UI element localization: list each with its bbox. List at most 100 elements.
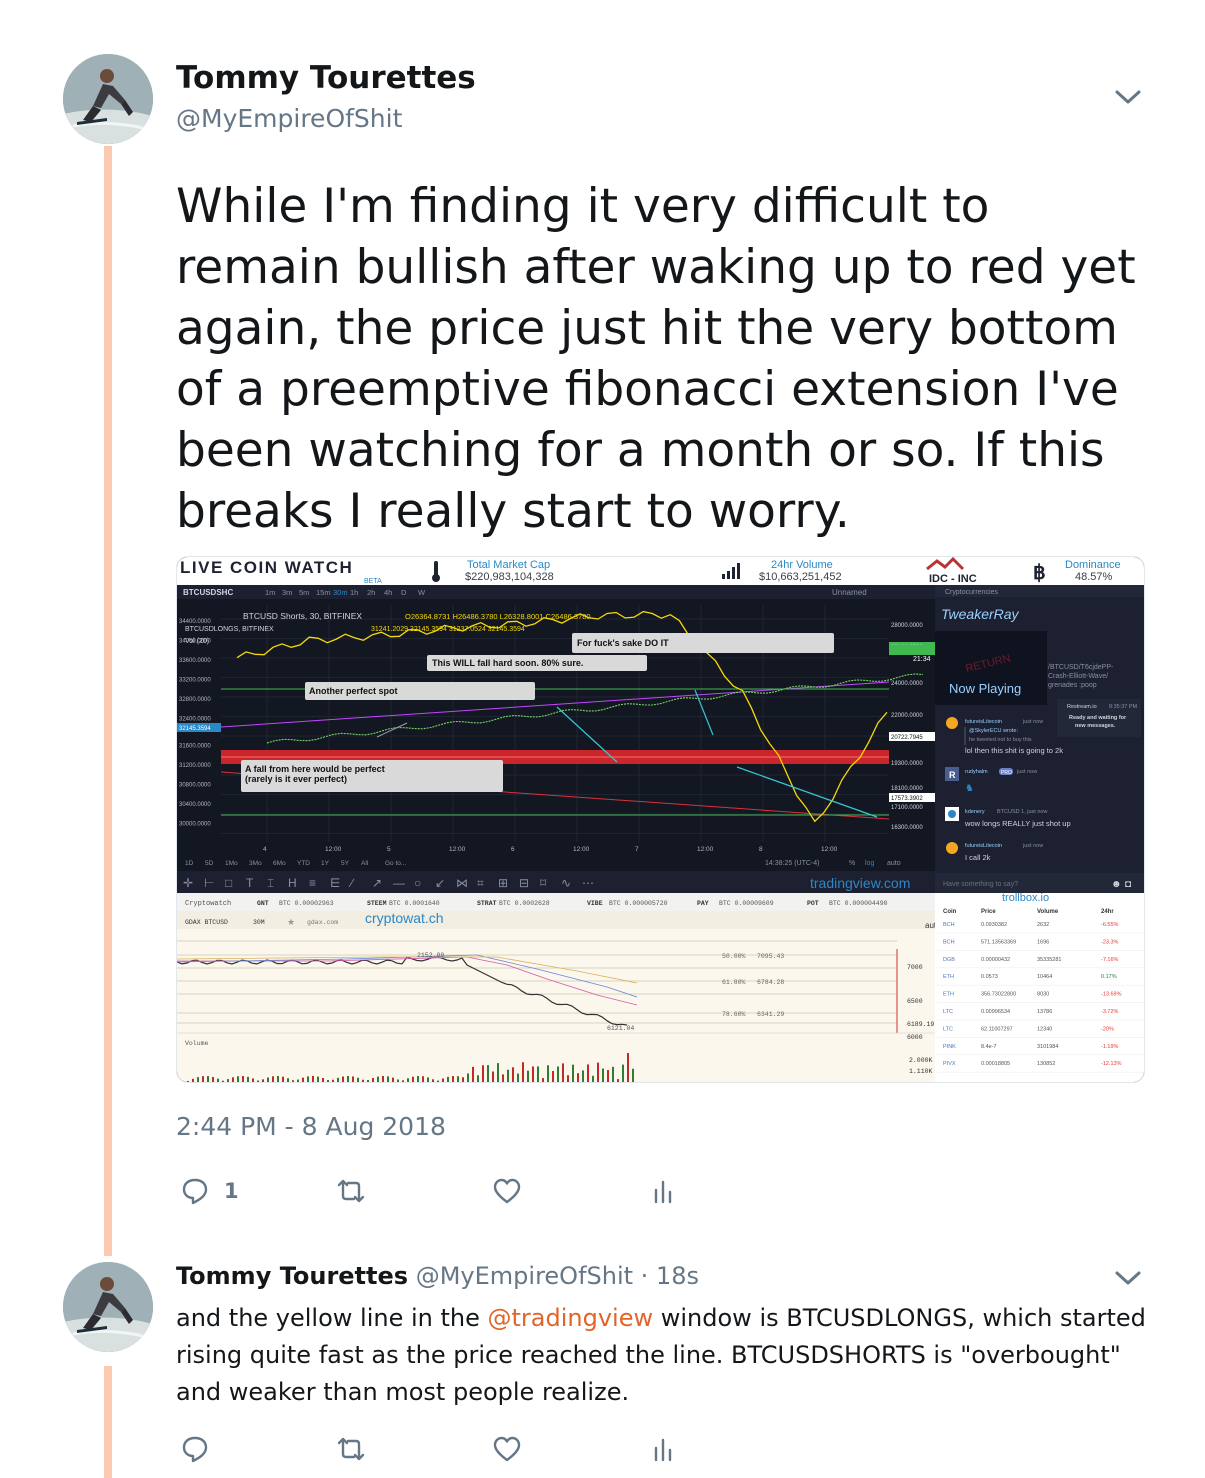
author-handle[interactable]: @MyEmpireOfShit	[176, 104, 402, 133]
source-label: gdax.com	[307, 919, 338, 926]
volume-bar	[377, 1076, 379, 1082]
like-button[interactable]	[492, 1176, 522, 1206]
volume-bar	[367, 1080, 369, 1082]
idc-label: IDC - INC	[929, 573, 977, 585]
draw-tool-icon: H	[288, 876, 297, 890]
reply-dot: ·	[633, 1262, 656, 1290]
now-playing: Now Playing	[949, 681, 1021, 696]
reply-avatar[interactable]	[63, 1262, 153, 1352]
tweet-actions: 1	[176, 1176, 696, 1216]
volume-bar	[492, 1071, 494, 1082]
ticker-symbol: GNT	[257, 900, 269, 907]
trollbox-coin: ETH	[943, 974, 954, 980]
volume-bar	[587, 1064, 589, 1082]
retweet-button[interactable]	[336, 1176, 366, 1206]
time-axis-label: 12:00	[821, 846, 838, 853]
volume-bar	[632, 1068, 634, 1082]
analytics-icon	[654, 1438, 672, 1462]
volume-bar	[337, 1077, 339, 1082]
trollbox-coin: LTC	[943, 1009, 953, 1015]
tweet-timestamp[interactable]: 2:44 PM - 8 Aug 2018	[176, 1112, 446, 1141]
volume-bar	[562, 1063, 564, 1082]
market-cap-value: $220,983,104,328	[465, 571, 554, 583]
volume-bar	[192, 1078, 194, 1082]
restream-bot: Restream.io	[1067, 704, 1097, 710]
draw-tool-icon: ≡	[309, 876, 316, 890]
draw-tool-icon: ⋈	[456, 876, 468, 890]
volume-bar	[262, 1079, 264, 1082]
svg-text:just now: just now	[1016, 769, 1037, 775]
trollbox-price: 0.0573	[981, 974, 998, 980]
reply-analytics-button[interactable]	[648, 1434, 678, 1464]
fib-level-value: 6341.29	[757, 1011, 784, 1018]
svg-text:For fuck's sake DO IT: For fuck's sake DO IT	[577, 638, 669, 648]
trollbox-title: trollbox.io	[1002, 892, 1049, 904]
volume-bar	[362, 1079, 364, 1082]
left-axis-label: 30000.0000	[179, 822, 211, 828]
right-axis-label: 17573.3902	[891, 796, 923, 802]
volume-bar	[557, 1066, 559, 1082]
reply-actions	[176, 1434, 696, 1474]
volume-bar	[487, 1065, 489, 1082]
annotation-do-it: For fuck's sake DO IT	[572, 633, 834, 653]
price-axis-label: 6000	[907, 1034, 923, 1041]
annotation-fall-from-here: A fall from here would be perfect(rarely…	[241, 760, 503, 792]
trollbox-coin: PIVX	[943, 1061, 956, 1067]
volume-bar	[202, 1076, 204, 1082]
draw-tool-icon: —	[393, 876, 405, 890]
volume-bar	[582, 1070, 584, 1082]
volume-bar	[197, 1077, 199, 1082]
range-all: All	[361, 860, 369, 867]
range-5y: 5Y	[341, 860, 350, 867]
author-name[interactable]: Tommy Tourettes	[176, 60, 476, 96]
draw-tool-icon: □	[225, 876, 232, 890]
chevron-down-icon[interactable]	[1113, 87, 1143, 107]
volume-bar	[542, 1078, 544, 1082]
reply-retweet-button[interactable]	[336, 1434, 366, 1464]
volume-bar	[312, 1076, 314, 1082]
volume-bar	[382, 1076, 384, 1082]
reply-chevron-down-icon[interactable]	[1113, 1268, 1143, 1288]
restream-header: Cryptocurrencies	[945, 589, 998, 596]
time-axis-label: 8	[759, 846, 763, 853]
trollbox-change: 0.17%	[1101, 974, 1117, 980]
tweet-media-image[interactable]: LIVE COIN WATCH BETA Total Market Cap $2…	[176, 556, 1145, 1083]
trollbox-volume: 2632	[1037, 922, 1049, 928]
fib-level-value: 6784.28	[757, 979, 784, 986]
retweet-icon	[337, 1179, 365, 1203]
svg-text:R: R	[949, 770, 956, 780]
volume-bar	[602, 1068, 604, 1082]
left-axis-label: 32400.0000	[179, 717, 211, 723]
market-select: GDAX BTCUSD	[185, 919, 228, 926]
trollbox-change: -7.16%	[1101, 957, 1119, 963]
mention-link[interactable]: @tradingview	[488, 1304, 654, 1332]
right-axis-label: 17100.0000	[891, 805, 923, 811]
left-axis-label: 34000.0000	[179, 639, 211, 645]
draw-tool-icon: ⋿	[330, 876, 340, 890]
retweet-icon	[337, 1437, 365, 1461]
avatar[interactable]	[63, 54, 153, 144]
reply-author-name[interactable]: Tommy Tourettes	[176, 1262, 408, 1290]
reply-reply-button[interactable]	[180, 1434, 210, 1464]
auto-toggle: auto	[887, 860, 901, 867]
volume-bar	[467, 1073, 469, 1082]
svg-text:BTCUSD 1, just now: BTCUSD 1, just now	[997, 809, 1047, 815]
volume-bar	[457, 1076, 459, 1082]
volume-bar	[267, 1077, 269, 1082]
reply-like-button[interactable]	[492, 1434, 522, 1464]
reply-age[interactable]: 18s	[656, 1262, 699, 1290]
interval-W: W	[418, 588, 426, 597]
svg-text:he tweeted not to buy this: he tweeted not to buy this	[969, 737, 1032, 743]
thread-line-bottom	[104, 1366, 112, 1478]
svg-text:Another perfect spot: Another perfect spot	[309, 686, 398, 696]
volume-bar	[332, 1079, 334, 1082]
reply-author-handle[interactable]: @MyEmpireOfShit	[416, 1262, 633, 1290]
unnamed-layout: Unnamed	[832, 588, 867, 597]
symbol-label: BTCUSDSHC	[183, 588, 233, 597]
volume-bar	[597, 1062, 599, 1082]
analytics-button[interactable]	[648, 1176, 678, 1206]
cryptowatch-label: Cryptowatch	[185, 900, 231, 908]
thread-line-top	[104, 146, 112, 1256]
right-axis-label: 18100.0000	[891, 786, 923, 792]
reply-button[interactable]: 1	[180, 1176, 239, 1206]
